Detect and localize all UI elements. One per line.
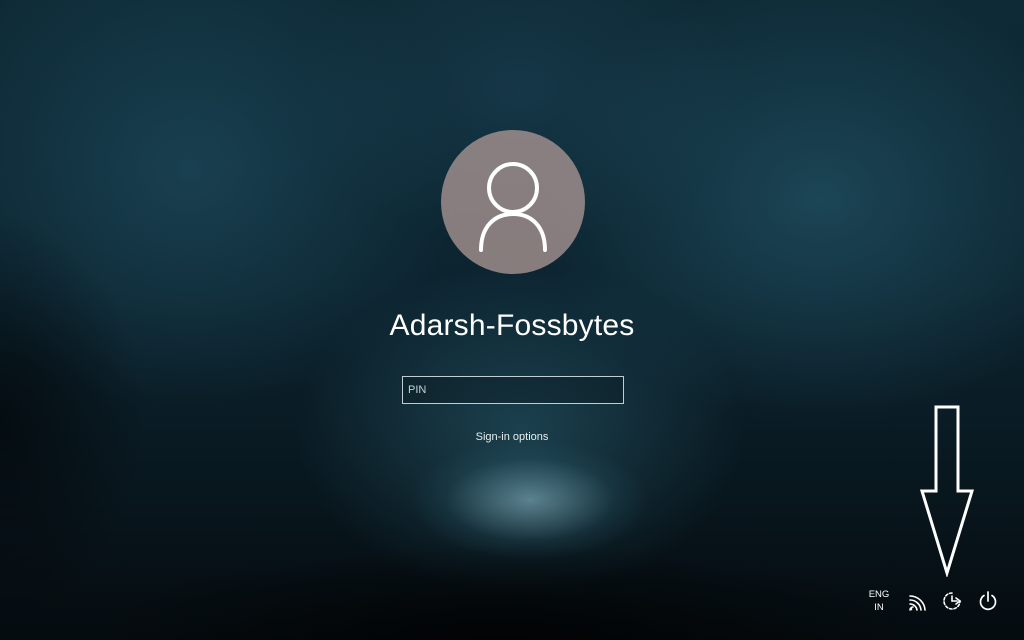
power-icon[interactable] bbox=[977, 590, 999, 612]
user-avatar bbox=[441, 130, 585, 274]
pin-input[interactable] bbox=[402, 376, 624, 404]
language-indicator[interactable]: ENG IN bbox=[863, 588, 895, 614]
username: Adarsh-Fossbytes bbox=[389, 309, 635, 342]
ease-of-access-icon[interactable] bbox=[941, 590, 963, 612]
annotation-arrow-down-icon bbox=[919, 405, 975, 577]
sign-in-options-link[interactable]: Sign-in options bbox=[0, 431, 1024, 443]
user-icon bbox=[479, 162, 547, 252]
network-icon[interactable] bbox=[907, 590, 929, 612]
region-code: IN bbox=[874, 602, 884, 613]
language-code: ENG bbox=[868, 589, 890, 600]
